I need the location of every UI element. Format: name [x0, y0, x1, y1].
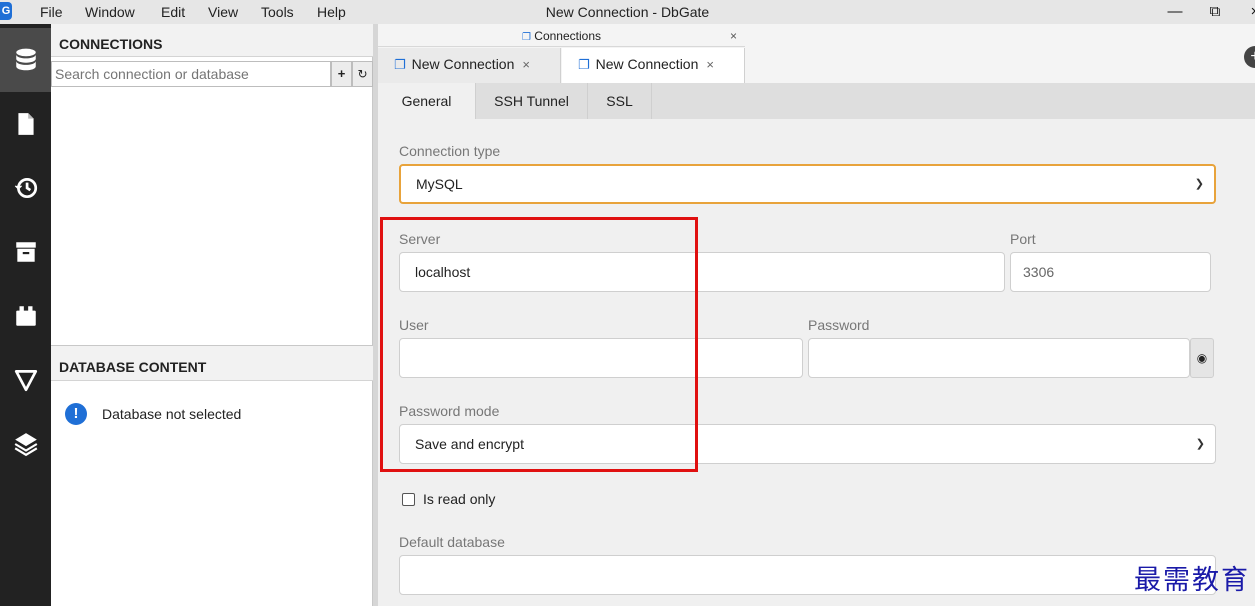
user-input[interactable] [399, 338, 803, 378]
close-window-button[interactable]: × [1240, 0, 1255, 24]
port-placeholder: 3306 [1023, 264, 1055, 280]
connections-panel: CONNECTIONS + ↻ DATABASE CONTENT ! Datab… [51, 24, 373, 606]
tab-strip: ❐ Connections × ❐ New Connection × ❐ New Co… [378, 24, 1255, 83]
plug-icon: ❐ [578, 57, 590, 72]
tab-group-close-icon[interactable]: × [730, 27, 737, 45]
tab-ssh-tunnel[interactable]: SSH Tunnel [476, 83, 588, 119]
password-mode-value: Save and encrypt [415, 436, 524, 452]
file-icon[interactable] [0, 92, 51, 156]
port-input[interactable]: 3306 [1010, 252, 1211, 292]
database-content-header: DATABASE CONTENT [51, 345, 373, 381]
window-title: New Connection - DbGate [545, 4, 710, 20]
tab-ssl[interactable]: SSL [588, 83, 652, 119]
refresh-icon[interactable]: ↻ [352, 61, 373, 87]
menu-window[interactable]: Window [85, 4, 135, 20]
server-value: localhost [415, 264, 471, 280]
database-content-title: DATABASE CONTENT [59, 359, 207, 375]
password-mode-label: Password mode [399, 403, 500, 419]
server-input[interactable]: localhost [399, 252, 1005, 292]
add-connection-button[interactable]: + [331, 61, 352, 87]
chevron-down-icon: ❯ [1195, 438, 1205, 450]
archive-icon[interactable] [0, 220, 51, 284]
tab-label: New Connection [595, 56, 699, 72]
connection-type-label: Connection type [399, 143, 501, 159]
tab-group-header: ❐ Connections × [378, 27, 745, 47]
app-logo-icon: G [0, 2, 12, 20]
history-icon[interactable] [0, 156, 51, 220]
menu-view[interactable]: View [208, 4, 238, 20]
read-only-checkbox[interactable] [402, 492, 415, 506]
connection-search-input[interactable] [51, 61, 331, 87]
database-icon[interactable] [0, 28, 51, 92]
minimize-button[interactable]: — [1160, 0, 1190, 24]
password-input[interactable] [808, 338, 1190, 378]
menu-help[interactable]: Help [317, 4, 346, 20]
info-icon: ! [65, 403, 87, 425]
tab-close-icon[interactable]: × [522, 57, 530, 72]
connection-type-select[interactable]: MySQL ❯ [399, 164, 1216, 204]
server-label: Server [399, 231, 441, 247]
database-info: ! Database not selected [65, 403, 241, 425]
title-bar: G File Window Edit View Tools Help New C… [0, 0, 1255, 24]
default-database-input[interactable] [399, 555, 1216, 595]
default-database-label: Default database [399, 534, 505, 550]
layers-icon[interactable] [0, 412, 51, 476]
database-not-selected-text: Database not selected [102, 406, 242, 422]
menu-tools[interactable]: Tools [261, 4, 294, 20]
password-mode-select[interactable]: Save and encrypt ❯ [399, 424, 1216, 464]
connection-form: Connection type MySQL ❯ Server localhost… [378, 119, 1255, 606]
read-only-label: Is read only [423, 491, 496, 507]
plug-icon: ❐ [394, 57, 406, 72]
connection-subtabs: General SSH Tunnel SSL [378, 83, 1255, 119]
tab-new-connection-2[interactable]: ❐ New Connection × [562, 48, 745, 83]
password-label: Password [808, 317, 870, 333]
restore-button[interactable]: ⧉ [1200, 0, 1230, 24]
connections-header: CONNECTIONS [51, 24, 373, 57]
activity-bar [0, 24, 51, 606]
port-label: Port [1010, 231, 1036, 247]
tab-close-icon[interactable]: × [706, 57, 714, 72]
menu-file[interactable]: File [40, 4, 63, 20]
chevron-down-icon: ❯ [1194, 178, 1204, 190]
connection-type-value: MySQL [416, 176, 463, 192]
tab-group-title: Connections [534, 29, 602, 43]
connections-title: CONNECTIONS [59, 36, 163, 52]
plug-icon: ❐ [521, 32, 531, 43]
user-label: User [399, 317, 429, 333]
tab-new-connection-1[interactable]: ❐ New Connection × [378, 48, 561, 83]
filter-icon[interactable] [0, 348, 51, 412]
tab-label: New Connection [411, 56, 515, 72]
show-password-eye-icon[interactable]: ◉ [1190, 338, 1214, 378]
read-only-row: Is read only [402, 491, 495, 507]
watermark-text: 最需教育 [1134, 565, 1250, 596]
plugin-icon[interactable] [0, 284, 51, 348]
tab-general[interactable]: General [378, 83, 476, 119]
menu-edit[interactable]: Edit [161, 4, 185, 20]
